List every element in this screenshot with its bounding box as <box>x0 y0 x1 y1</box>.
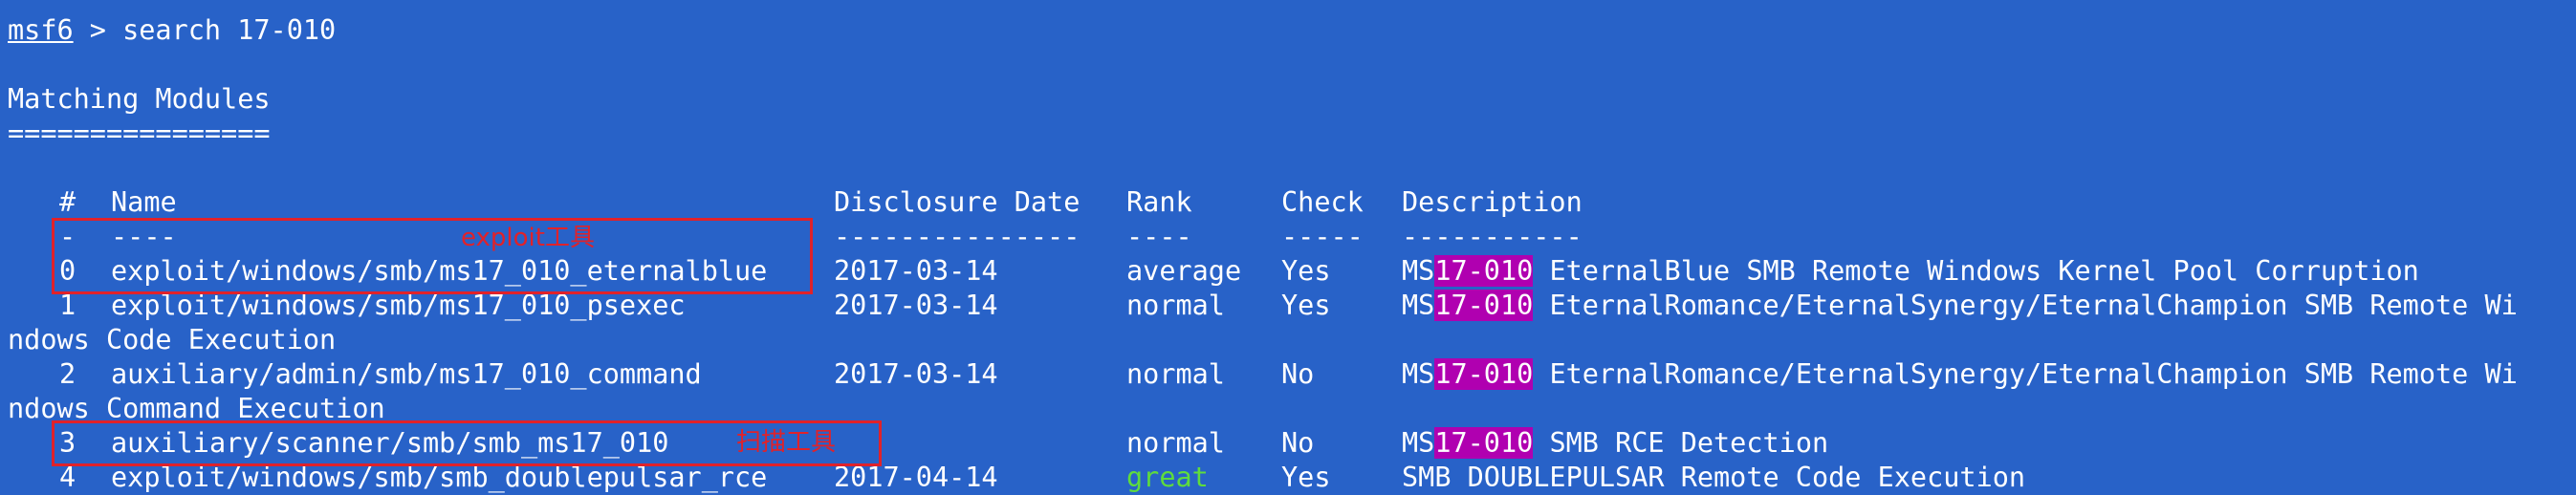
search-match-highlight: 17-010 <box>1434 255 1534 287</box>
row-num: 2 <box>59 358 76 390</box>
matching-modules-heading: Matching Modules <box>8 83 271 115</box>
desc-prefix: MS <box>1402 290 1435 321</box>
exploit-tool-label: exploit工具 <box>461 224 595 252</box>
desc-rest: EternalBlue SMB Remote Windows Kernel Po… <box>1533 255 2419 287</box>
search-match-highlight: 17-010 <box>1434 427 1534 459</box>
disclosure-date: 2017-03-14 <box>834 358 998 390</box>
search-command: > search 17-010 <box>73 14 337 46</box>
desc-prefix: MS <box>1402 255 1435 287</box>
description: MS17-010 SMB RCE Detection <box>1402 426 1828 461</box>
desc-prefix: SMB DOUBLEPULSAR Remote Code Execution <box>1402 462 2026 493</box>
col-header-num: # <box>59 186 76 218</box>
desc-wrap: ndows Code Execution <box>8 324 337 355</box>
col-header-check: Check <box>1281 186 1364 218</box>
disclosure-date: 2017-03-14 <box>834 290 998 321</box>
command-line: msf6 > search 17-010 <box>8 13 336 48</box>
description: SMB DOUBLEPULSAR Remote Code Execution <box>1402 461 2025 495</box>
scan-tool-label: 扫描工具 <box>736 428 837 457</box>
exploit-tool-box <box>52 218 813 294</box>
desc-prefix: MS <box>1402 358 1435 390</box>
col-header-rank: Rank <box>1126 186 1192 218</box>
sep-date: --------------- <box>834 221 1081 252</box>
heading-rule: ================ <box>8 118 271 149</box>
desc-rest: EternalRomance/EternalSynergy/EternalCha… <box>1533 290 2518 321</box>
sep-desc: ----------- <box>1402 221 1583 252</box>
sep-rank: ---- <box>1126 221 1192 252</box>
rank: normal <box>1126 427 1225 459</box>
check: No <box>1281 358 1315 390</box>
rank: normal <box>1126 290 1225 321</box>
disclosure-date: 2017-03-14 <box>834 255 998 287</box>
search-match-highlight: 17-010 <box>1434 290 1534 321</box>
search-match-highlight: 17-010 <box>1434 358 1534 390</box>
check: Yes <box>1281 290 1331 321</box>
description: MS17-010 EternalRomance/EternalSynergy/E… <box>1402 357 2518 392</box>
description: MS17-010 EternalBlue SMB Remote Windows … <box>1402 254 2419 289</box>
rank: average <box>1126 255 1242 287</box>
col-header-date: Disclosure Date <box>834 186 1081 218</box>
desc-rest: SMB RCE Detection <box>1533 427 1829 459</box>
rank: normal <box>1126 358 1225 390</box>
check: Yes <box>1281 462 1331 493</box>
description: MS17-010 EternalRomance/EternalSynergy/E… <box>1402 289 2518 323</box>
msf-prompt: msf6 <box>8 14 74 46</box>
check: No <box>1281 427 1315 459</box>
col-header-desc: Description <box>1402 186 1583 218</box>
desc-rest: EternalRomance/EternalSynergy/EternalCha… <box>1533 358 2518 390</box>
col-header-name: Name <box>111 186 177 218</box>
rank: great <box>1126 462 1209 493</box>
check: Yes <box>1281 255 1331 287</box>
sep-check: ----- <box>1281 221 1364 252</box>
module-name: auxiliary/admin/smb/ms17_010_command <box>111 358 702 390</box>
desc-prefix: MS <box>1402 427 1435 459</box>
